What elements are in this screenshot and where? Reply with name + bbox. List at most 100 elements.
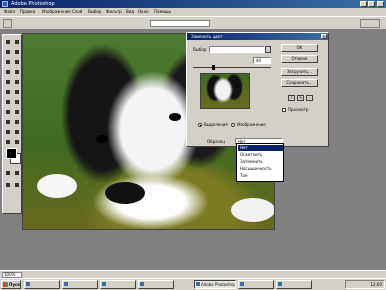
crop-tool-icon[interactable] [4, 58, 12, 66]
fuzziness-field[interactable]: 40 [253, 57, 271, 64]
window-icon [140, 282, 144, 286]
zoom-tool-icon[interactable] [13, 138, 21, 146]
menu-filter[interactable]: Фильтр [106, 9, 122, 15]
dropdown-item[interactable]: Затемнить [238, 159, 283, 165]
healing-brush-icon[interactable] [4, 68, 12, 76]
lasso-tool-icon[interactable] [4, 48, 12, 56]
ok-button[interactable]: OK [281, 44, 318, 52]
full-screen-icon[interactable] [13, 181, 21, 189]
taskbar-item-photoshop[interactable]: Adobe Photoshop [194, 280, 236, 289]
dropdown-item[interactable]: Насыщенность [238, 166, 283, 172]
preview-checkbox[interactable] [282, 108, 286, 112]
fuzziness-slider-track[interactable] [193, 67, 271, 68]
chevron-down-icon[interactable] [265, 46, 271, 53]
selection-radio[interactable] [198, 123, 202, 127]
dodge-tool-icon[interactable] [13, 98, 21, 106]
screen-mode-icon[interactable] [4, 181, 12, 189]
window-icon [240, 282, 244, 286]
puppy-eye-right [169, 113, 181, 121]
move-tool-icon[interactable] [13, 38, 21, 46]
notes-tool-icon[interactable] [4, 128, 12, 136]
slice-tool-icon[interactable] [13, 58, 21, 66]
menu-help[interactable]: Помощь [154, 9, 171, 15]
window-icon [26, 282, 30, 286]
eraser-tool-icon[interactable] [4, 88, 12, 96]
dropdown-item[interactable]: Нет [238, 145, 283, 151]
selection-label: Выбор [193, 47, 207, 52]
taskbar-item[interactable] [138, 280, 174, 289]
taskbar-item[interactable] [100, 280, 136, 289]
hand-tool-icon[interactable] [4, 138, 12, 146]
eyedropper-tool-icon[interactable] [13, 128, 21, 136]
taskbar: Пуск Adobe Photoshop 12:00 [0, 278, 386, 290]
selection-dropdown[interactable] [209, 46, 265, 53]
blur-tool-icon[interactable] [4, 98, 12, 106]
image-radio[interactable] [231, 123, 235, 127]
maximize-button[interactable] [368, 1, 375, 7]
gradient-tool-icon[interactable] [13, 88, 21, 96]
cancel-button[interactable]: Отмена [281, 55, 318, 63]
magic-wand-tool-icon[interactable] [13, 48, 21, 56]
app-title-bar[interactable]: Adobe Photoshop [0, 0, 386, 8]
taskbar-item[interactable] [62, 280, 98, 289]
menu-image[interactable]: Изображение [42, 9, 71, 15]
standard-mode-icon[interactable] [4, 169, 12, 177]
brush-tool-icon[interactable] [13, 68, 21, 76]
dropdown-item[interactable]: Осветлить [238, 152, 283, 158]
puppy-paw-right [231, 198, 274, 222]
selection-radio-label: Выделение [204, 122, 228, 127]
app-title: Adobe Photoshop [11, 1, 55, 7]
history-brush-icon[interactable] [13, 78, 21, 86]
puppy-paw-left [37, 174, 77, 198]
save-button[interactable]: Сохранить... [281, 79, 318, 87]
minimize-button[interactable] [360, 1, 367, 7]
start-label: Пуск [9, 282, 21, 287]
replace-color-dialog: Заменить цвет × Выбор 40 OK Отмена Загру… [186, 32, 329, 147]
window-icon [102, 282, 106, 286]
menu-file[interactable]: Файл [4, 9, 15, 15]
load-button[interactable]: Загрузить... [281, 68, 318, 76]
close-button[interactable] [377, 1, 384, 7]
dialog-close-icon[interactable]: × [321, 34, 327, 39]
menu-layer[interactable]: Слой [72, 9, 82, 15]
foreground-color-swatch[interactable] [6, 148, 17, 159]
sample-label: Образец [207, 139, 225, 144]
clone-stamp-icon[interactable] [4, 78, 12, 86]
menu-edit[interactable]: Правка [20, 9, 35, 15]
dialog-title: Заменить цвет [191, 34, 223, 39]
path-select-icon[interactable] [4, 108, 12, 116]
puppy-nose [105, 182, 145, 204]
window-icon [278, 282, 282, 286]
image-radio-label: Изображение [237, 122, 266, 127]
marquee-tool-icon[interactable] [4, 38, 12, 46]
pen-tool-icon[interactable] [4, 118, 12, 126]
eyedropper-icon[interactable]: / [288, 95, 295, 101]
windows-logo-icon [3, 282, 8, 287]
eyedropper-plus-icon[interactable]: + [297, 95, 304, 101]
system-tray-clock[interactable]: 12:00 [345, 280, 385, 289]
dropdown-item[interactable]: Тон [238, 173, 283, 179]
palette-well[interactable] [360, 19, 380, 28]
options-field[interactable] [150, 20, 210, 27]
eyedropper-minus-icon[interactable]: - [306, 95, 313, 101]
type-tool-icon[interactable] [13, 108, 21, 116]
shape-tool-icon[interactable] [13, 118, 21, 126]
taskbar-item[interactable] [238, 280, 274, 289]
options-bar [0, 16, 386, 30]
sample-dropdown-list: Нет Осветлить Затемнить Насыщенность Тон [236, 143, 284, 182]
quick-mask-icon[interactable] [13, 169, 21, 177]
fuzziness-slider-thumb[interactable] [212, 65, 215, 70]
menu-view[interactable]: Вид [126, 9, 134, 15]
tool-preset-icon[interactable] [3, 19, 12, 28]
photoshop-app-icon [2, 1, 8, 7]
menu-select[interactable]: Выбор [88, 9, 101, 15]
menu-window[interactable]: Окно [138, 9, 149, 15]
menu-bar: Файл Правка Изображение Слой Выбор Фильт… [0, 8, 386, 16]
window-icon [64, 282, 68, 286]
taskbar-item[interactable] [276, 280, 312, 289]
toolbox [2, 34, 22, 214]
taskbar-item[interactable] [24, 280, 60, 289]
start-button[interactable]: Пуск [1, 280, 21, 289]
dialog-title-bar[interactable]: Заменить цвет × [187, 33, 328, 40]
photoshop-icon [196, 282, 200, 286]
